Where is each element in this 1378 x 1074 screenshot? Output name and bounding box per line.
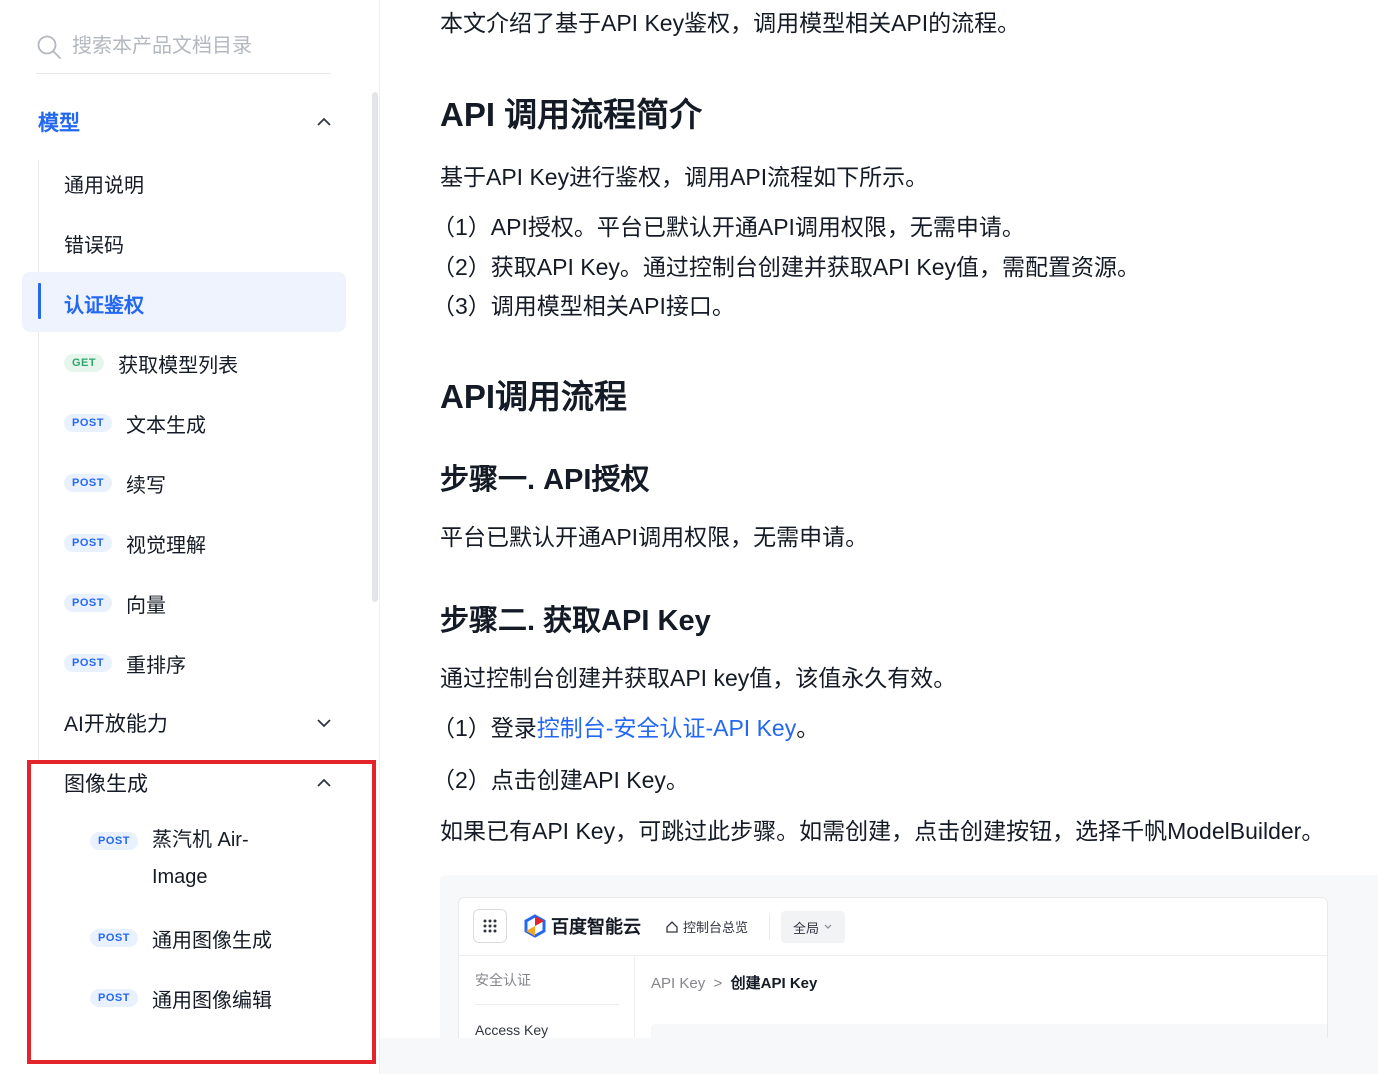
- crumb-2: 创建API Key: [730, 975, 818, 992]
- sidebar-item-list-models[interactable]: GET 获取模型列表: [64, 343, 238, 383]
- step1-text: 平台已默认开通API调用权限，无需申请。: [440, 524, 869, 550]
- divider: [769, 914, 770, 940]
- console-topbar: 百度智能云 控制台总览 全局: [459, 898, 1327, 956]
- post-badge: POST: [64, 654, 112, 672]
- post-badge: POST: [64, 414, 112, 432]
- sidebar-item-error-codes[interactable]: 错误码: [64, 223, 124, 263]
- step2-item-2: （2）点击创建API Key。: [432, 767, 689, 793]
- chevron-down-icon: [317, 719, 331, 728]
- region-label: 全局: [792, 920, 819, 936]
- sidebar-item-vision[interactable]: POST 视觉理解: [64, 523, 206, 563]
- baidu-cloud-logo-icon: [524, 914, 546, 938]
- sidebar-item-label: 获取模型列表: [118, 354, 239, 377]
- console-home-label: 控制台总览: [683, 920, 749, 935]
- nav-group-label: 模型: [38, 112, 80, 135]
- post-badge: POST: [64, 474, 112, 492]
- sidebar-item-rerank[interactable]: POST 重排序: [64, 643, 186, 683]
- nav-group-label: AI开放能力: [64, 713, 168, 736]
- sidebar-item-label: 文本生成: [125, 414, 206, 437]
- region-select: 全局: [781, 911, 845, 943]
- console-side-title: 安全认证: [475, 972, 531, 988]
- doc-content: 本文介绍了基于API Key鉴权，调用模型相关API的流程。 API 调用流程简…: [380, 0, 1378, 1074]
- heading-overview: API 调用流程简介: [440, 96, 703, 133]
- console-screenshot: 百度智能云 控制台总览 全局 安全认证 Access Key API Key >: [440, 875, 1378, 1047]
- post-badge: POST: [64, 594, 112, 612]
- overview-step-1: （1）API授权。平台已默认开通API调用权限，无需申请。: [432, 214, 1025, 240]
- highlight-annotation-box: [27, 760, 376, 1064]
- console-breadcrumb: API Key > 创建API Key: [651, 972, 817, 993]
- brand-name: 百度智能云: [551, 917, 641, 937]
- sidebar-item-label: 重排序: [125, 654, 186, 677]
- intro-text: 本文介绍了基于API Key鉴权，调用模型相关API的流程。: [440, 10, 1021, 36]
- bottom-fade: [380, 1038, 1378, 1074]
- get-badge: GET: [64, 354, 105, 372]
- overview-step-3: （3）调用模型相关API接口。: [432, 293, 735, 319]
- sidebar-item-label: 认证鉴权: [64, 294, 144, 317]
- search-input[interactable]: [72, 35, 312, 58]
- console-side-item: Access Key: [475, 1022, 549, 1038]
- heading-step2: 步骤二. 获取API Key: [440, 605, 711, 637]
- sidebar-item-text-gen[interactable]: POST 文本生成: [64, 403, 206, 443]
- heading-flow: API调用流程: [440, 378, 628, 415]
- screenshot-frame: 百度智能云 控制台总览 全局 安全认证 Access Key API Key >: [458, 897, 1328, 1047]
- sidebar-item-label: 通用说明: [64, 174, 144, 197]
- sidebar-item-continue[interactable]: POST 续写: [64, 463, 166, 503]
- search-box[interactable]: [36, 20, 330, 74]
- divider: [475, 1004, 619, 1005]
- chevron-down-icon: [824, 924, 832, 929]
- sidebar-item-general[interactable]: 通用说明: [64, 163, 144, 203]
- step2-note: 如果已有API Key，可跳过此步骤。如需创建，点击创建按钮，选择千帆Model…: [440, 818, 1325, 844]
- post-badge: POST: [64, 534, 112, 552]
- home-icon: [666, 920, 678, 933]
- sidebar-item-embedding[interactable]: POST 向量: [64, 583, 166, 623]
- chevron-up-icon: [317, 117, 331, 126]
- overview-text: 基于API Key进行鉴权，调用API流程如下所示。: [440, 164, 929, 190]
- step2-item-1-suffix: 。: [796, 715, 820, 741]
- sidebar-item-label: 错误码: [64, 234, 124, 257]
- heading-step1: 步骤一. API授权: [440, 464, 650, 496]
- selected-indicator: [38, 283, 41, 319]
- sidebar-item-label: 向量: [125, 594, 166, 617]
- sidebar-item-label: 续写: [125, 474, 166, 497]
- overview-step-2: （2）获取API Key。通过控制台创建并获取API Key值，需配置资源。: [432, 254, 1140, 280]
- sidebar-item-auth[interactable]: 认证鉴权: [64, 283, 144, 323]
- tree-guide-line: [38, 160, 39, 760]
- nav-group-ai-open[interactable]: AI开放能力: [64, 703, 334, 743]
- search-icon: [37, 35, 61, 59]
- console-sidebar: 安全认证 Access Key: [459, 956, 635, 1046]
- sidebar-scrollbar[interactable]: [372, 92, 378, 602]
- step2-item-1: （1）登录控制台-安全认证-API Key。: [432, 709, 819, 743]
- nav-group-model[interactable]: 模型: [38, 102, 334, 142]
- app-grid-icon: [473, 909, 507, 943]
- sidebar-item-label: 视觉理解: [125, 534, 206, 557]
- crumb-1: API Key: [651, 975, 706, 992]
- crumb-separator: >: [713, 975, 723, 992]
- console-api-key-link[interactable]: 控制台-安全认证-API Key: [537, 715, 796, 741]
- step2-item-1-prefix: （1）登录: [432, 715, 537, 741]
- console-home: 控制台总览: [665, 917, 748, 936]
- step2-text: 通过控制台创建并获取API key值，该值永久有效。: [440, 665, 957, 691]
